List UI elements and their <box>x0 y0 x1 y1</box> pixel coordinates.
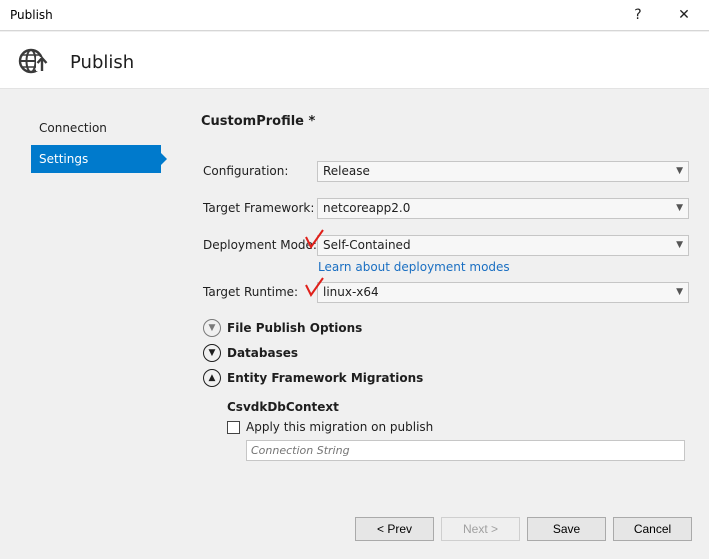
next-button[interactable]: Next > <box>441 517 520 541</box>
red-checkmark-annotation <box>305 277 324 297</box>
chevron-down-icon: ▼ <box>676 166 683 176</box>
chevron-down-icon: ▼ <box>676 287 683 297</box>
configuration-select[interactable]: Release ▼ <box>317 161 689 182</box>
deployment-mode-value: Self-Contained <box>323 238 411 252</box>
chevron-down-icon: ▼ <box>676 203 683 213</box>
apply-migration-row[interactable]: Apply this migration on publish <box>227 420 433 434</box>
header-title: Publish <box>70 52 135 73</box>
configuration-label: Configuration: <box>203 164 289 178</box>
target-framework-label: Target Framework: <box>203 201 315 215</box>
cancel-button[interactable]: Cancel <box>613 517 692 541</box>
section-label: File Publish Options <box>227 321 363 335</box>
dialog-header: Publish <box>0 32 709 89</box>
target-runtime-value: linux-x64 <box>323 285 379 299</box>
target-runtime-label: Target Runtime: <box>203 285 299 299</box>
expand-chevron-icon[interactable]: ▼ <box>203 344 221 362</box>
section-label: Databases <box>227 346 299 360</box>
apply-migration-checkbox[interactable] <box>227 420 240 434</box>
apply-migration-label: Apply this migration on publish <box>246 420 434 434</box>
globe-publish-icon <box>18 48 48 74</box>
section-ef-migrations[interactable]: ▲ Entity Framework Migrations <box>203 368 423 388</box>
nav-item-connection[interactable]: Connection <box>31 114 171 142</box>
window-title: Publish <box>10 8 53 22</box>
collapse-chevron-icon[interactable]: ▲ <box>203 369 221 387</box>
deployment-mode-label: Deployment Mode: <box>203 238 317 252</box>
close-button[interactable]: ✕ <box>672 4 696 26</box>
settings-nav: Connection Settings <box>31 114 171 176</box>
db-context-name: CsvdkDbContext <box>227 400 339 414</box>
section-databases[interactable]: ▼ Databases <box>203 343 298 363</box>
deployment-modes-link[interactable]: Learn about deployment modes <box>318 260 510 274</box>
target-runtime-select[interactable]: linux-x64 ▼ <box>317 282 689 303</box>
window-titlebar: Publish ? ✕ <box>0 0 709 31</box>
prev-button[interactable]: < Prev <box>355 517 434 541</box>
nav-item-settings[interactable]: Settings <box>31 145 167 173</box>
section-file-publish-options[interactable]: ▼ File Publish Options <box>203 318 362 338</box>
connection-string-input[interactable] <box>246 440 685 461</box>
save-button[interactable]: Save <box>527 517 606 541</box>
section-label: Entity Framework Migrations <box>227 371 424 385</box>
target-framework-select[interactable]: netcoreapp2.0 ▼ <box>317 198 689 219</box>
deployment-mode-select[interactable]: Self-Contained ▼ <box>317 235 689 256</box>
profile-name: CustomProfile * <box>201 114 316 129</box>
target-framework-value: netcoreapp2.0 <box>323 201 411 215</box>
chevron-down-icon: ▼ <box>676 240 683 250</box>
expand-chevron-icon[interactable]: ▼ <box>203 319 221 337</box>
red-checkmark-annotation <box>305 229 324 249</box>
help-button[interactable]: ? <box>626 4 650 26</box>
configuration-value: Release <box>323 164 370 178</box>
